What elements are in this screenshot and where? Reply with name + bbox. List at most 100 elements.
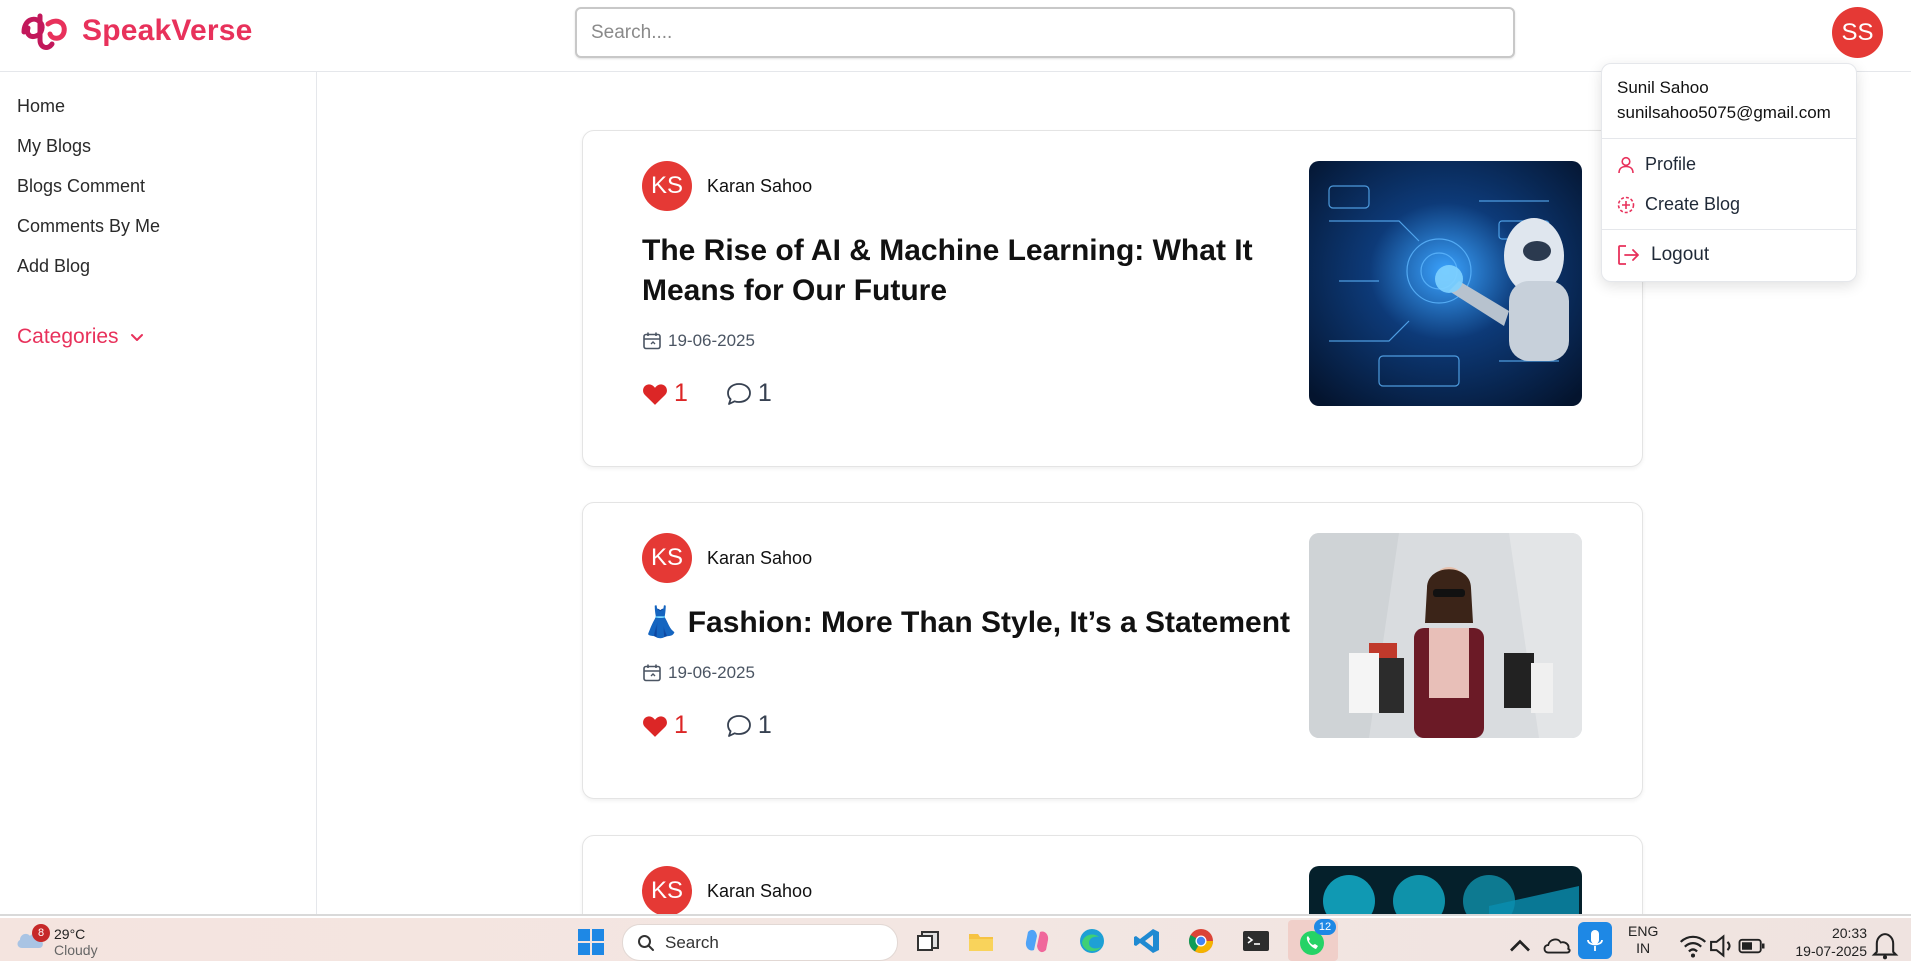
categories-toggle[interactable]: Categories (17, 325, 145, 349)
post-thumbnail[interactable] (1309, 533, 1582, 738)
menu-item-logout[interactable]: Logout (1617, 244, 1709, 266)
speakverse-logo-icon (21, 13, 67, 50)
plus-circle-icon (1617, 196, 1635, 213)
menu-divider (1602, 138, 1856, 139)
blog-card[interactable]: KS Karan Sahoo The Rise of AI & Machine … (582, 130, 1643, 467)
user-avatar-button[interactable]: SS (1832, 7, 1883, 58)
author-avatar: KS (642, 161, 692, 211)
post-title[interactable]: 👗 Fashion: More Than Style, It’s a State… (642, 603, 1302, 643)
clock-time: 20:33 (1831, 925, 1867, 941)
comment-icon (727, 382, 751, 405)
post-date: 19-06-2025 (642, 331, 755, 351)
menu-item-label: Logout (1651, 244, 1710, 265)
menu-item-create-blog[interactable]: Create Blog (1617, 194, 1740, 215)
author-avatar: KS (642, 533, 692, 583)
fashion-shopping-image (1309, 533, 1582, 738)
post-thumbnail[interactable] (1309, 866, 1582, 914)
author-avatar: KS (642, 866, 692, 914)
user-dropdown-menu: Sunil Sahoo sunilsahoo5075@gmail.com Pro… (1601, 63, 1857, 282)
ai-robot-image (1309, 161, 1582, 406)
heart-icon (643, 715, 667, 737)
chevron-up-icon[interactable] (1505, 931, 1535, 961)
clock-date: 19-07-2025 (1795, 943, 1867, 959)
post-author[interactable]: KS Karan Sahoo (642, 161, 812, 211)
post-author[interactable]: KS Karan Sahoo (642, 866, 813, 914)
calendar-icon (643, 332, 661, 350)
terminal-icon[interactable] (1241, 926, 1271, 956)
post-title[interactable]: The Rise of AI & Machine Learning: What … (642, 231, 1272, 311)
microphone-icon (1587, 930, 1603, 951)
comment-button[interactable]: 1 (726, 379, 772, 408)
volume-icon[interactable] (1707, 931, 1737, 961)
web-development-image (1309, 866, 1582, 914)
user-icon (1618, 156, 1634, 173)
weather-badge: 8 (32, 924, 50, 942)
top-header: SpeakVerse SS (0, 0, 1911, 72)
battery-icon[interactable] (1737, 931, 1767, 961)
search-icon (638, 934, 654, 951)
like-count: 1 (674, 711, 688, 739)
taskbar-search-label: Search (665, 932, 719, 952)
blog-card[interactable]: KS Karan Sahoo (582, 835, 1643, 914)
weather-condition: Cloudy (54, 942, 98, 958)
brand-logo[interactable]: SpeakVerse (20, 10, 252, 52)
browser-viewport: SpeakVerse SS Home My Blogs Blogs Commen… (0, 0, 1911, 916)
notification-icon[interactable] (1870, 930, 1900, 960)
logout-icon (1618, 245, 1639, 265)
blog-card[interactable]: KS Karan Sahoo 👗 Fashion: More Than Styl… (582, 502, 1643, 799)
system-clock[interactable]: 20:33 19-07-2025 (1785, 924, 1867, 960)
comment-button[interactable]: 1 (726, 711, 772, 740)
post-stats: 1 1 (642, 379, 772, 408)
language-code: ENG (1628, 923, 1659, 939)
post-date: 19-06-2025 (642, 663, 755, 683)
sidebar-item-home[interactable]: Home (17, 96, 65, 117)
menu-item-label: Create Blog (1645, 194, 1741, 214)
calendar-icon (643, 664, 661, 682)
search-input[interactable] (575, 7, 1515, 58)
categories-label: Categories (17, 325, 119, 348)
sidebar-item-my-blogs[interactable]: My Blogs (17, 136, 91, 157)
comment-icon (727, 714, 751, 737)
chevron-down-icon (130, 334, 143, 341)
sidebar-item-add-blog[interactable]: Add Blog (17, 256, 90, 277)
post-author[interactable]: KS Karan Sahoo (642, 533, 812, 583)
menu-divider (1602, 229, 1856, 230)
post-date-text: 19-06-2025 (668, 663, 755, 682)
author-name: Karan Sahoo (707, 880, 813, 901)
vscode-icon[interactable] (1132, 926, 1162, 956)
windows-start-icon[interactable] (576, 927, 606, 957)
post-stats: 1 1 (642, 711, 772, 740)
copilot-icon[interactable] (1022, 926, 1052, 956)
sidebar-item-blogs-comment[interactable]: Blogs Comment (17, 176, 145, 197)
like-button[interactable]: 1 (642, 711, 688, 740)
task-view-icon[interactable] (914, 926, 944, 956)
os-taskbar: 8 29°C Cloudy Search 12 ENG IN 20:33 19-… (0, 918, 1911, 961)
heart-icon (643, 383, 667, 405)
onedrive-icon[interactable] (1542, 930, 1572, 960)
sidebar: Home My Blogs Blogs Comment Comments By … (0, 72, 317, 914)
comment-count: 1 (757, 379, 772, 407)
chrome-icon[interactable] (1186, 926, 1216, 956)
microphone-button[interactable] (1578, 922, 1612, 959)
author-name: Karan Sahoo (707, 547, 813, 568)
menu-item-profile[interactable]: Profile (1617, 154, 1696, 175)
like-button[interactable]: 1 (642, 379, 688, 408)
menu-user-email: sunilsahoo5075@gmail.com (1617, 103, 1831, 122)
taskbar-search[interactable]: Search (622, 924, 898, 961)
weather-temperature: 29°C (54, 926, 86, 942)
author-name: Karan Sahoo (707, 175, 813, 196)
menu-user-name: Sunil Sahoo (1617, 78, 1709, 97)
like-count: 1 (674, 379, 688, 407)
weather-widget[interactable]: 8 29°C Cloudy (14, 924, 98, 958)
region-code: IN (1636, 940, 1651, 956)
sidebar-item-comments-by-me[interactable]: Comments By Me (17, 216, 160, 237)
wifi-icon[interactable] (1678, 931, 1708, 961)
post-date-text: 19-06-2025 (668, 331, 755, 350)
language-indicator[interactable]: ENG IN (1628, 923, 1658, 957)
file-explorer-icon[interactable] (966, 926, 996, 956)
menu-item-label: Profile (1645, 154, 1697, 174)
edge-browser-icon[interactable] (1077, 926, 1107, 956)
post-thumbnail[interactable] (1309, 161, 1582, 406)
brand-name: SpeakVerse (82, 14, 253, 47)
comment-count: 1 (757, 711, 772, 739)
